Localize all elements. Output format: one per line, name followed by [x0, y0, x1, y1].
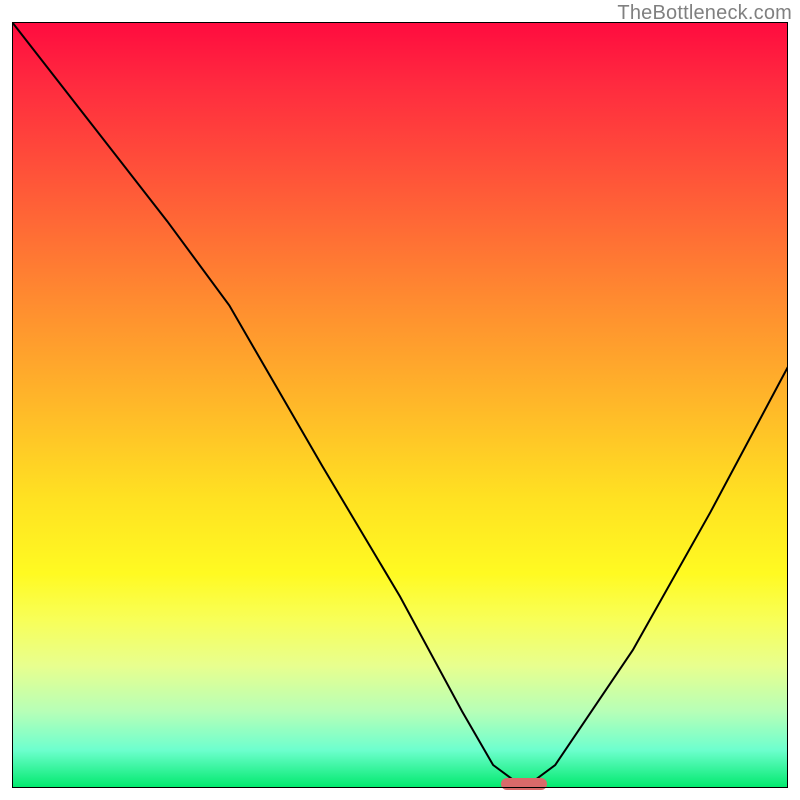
plot-area [12, 22, 788, 788]
chart-container: TheBottleneck.com [0, 0, 800, 800]
watermark-text: TheBottleneck.com [617, 2, 792, 25]
minimum-marker [501, 778, 548, 790]
